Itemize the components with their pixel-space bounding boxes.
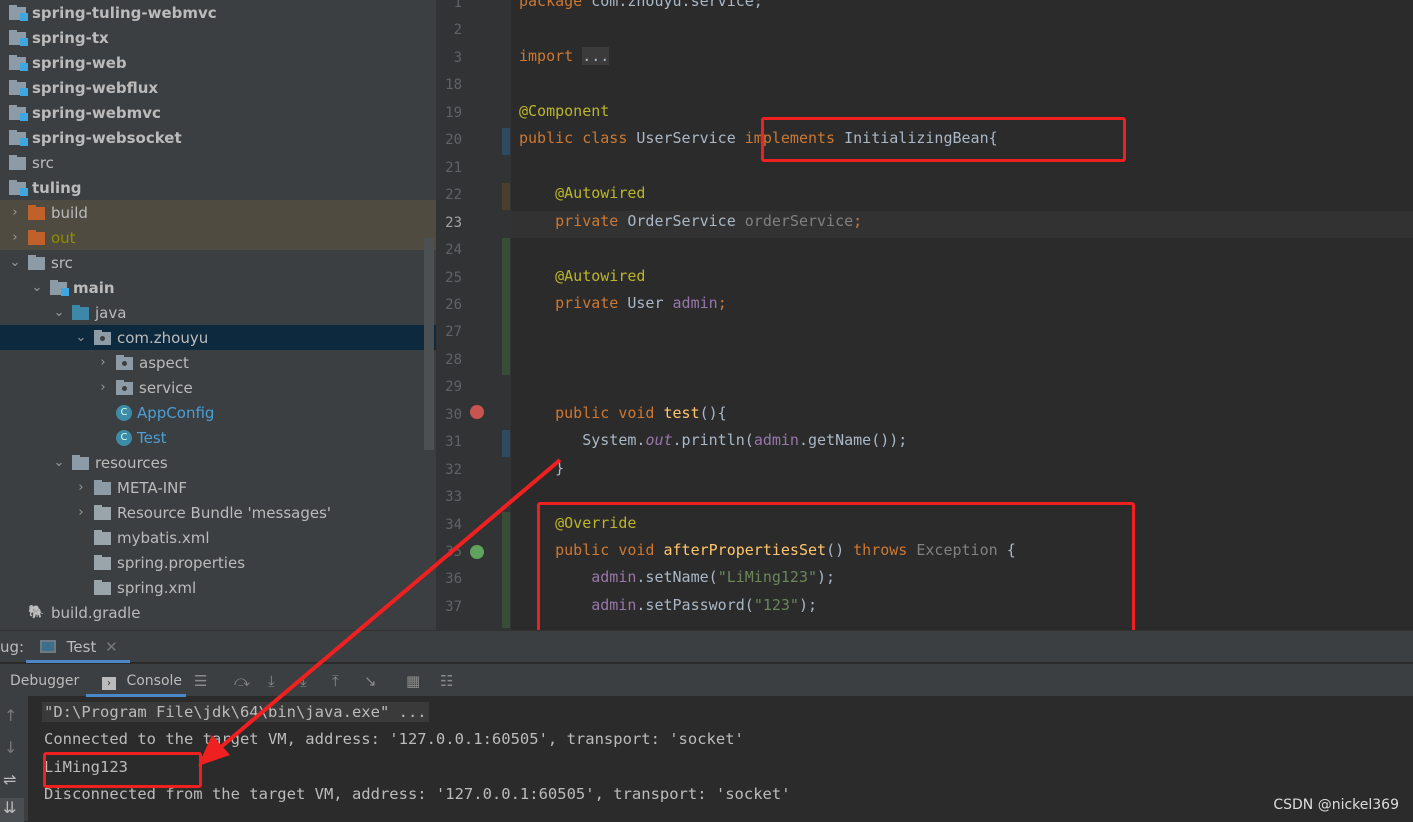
annotation-arrow bbox=[198, 458, 562, 766]
